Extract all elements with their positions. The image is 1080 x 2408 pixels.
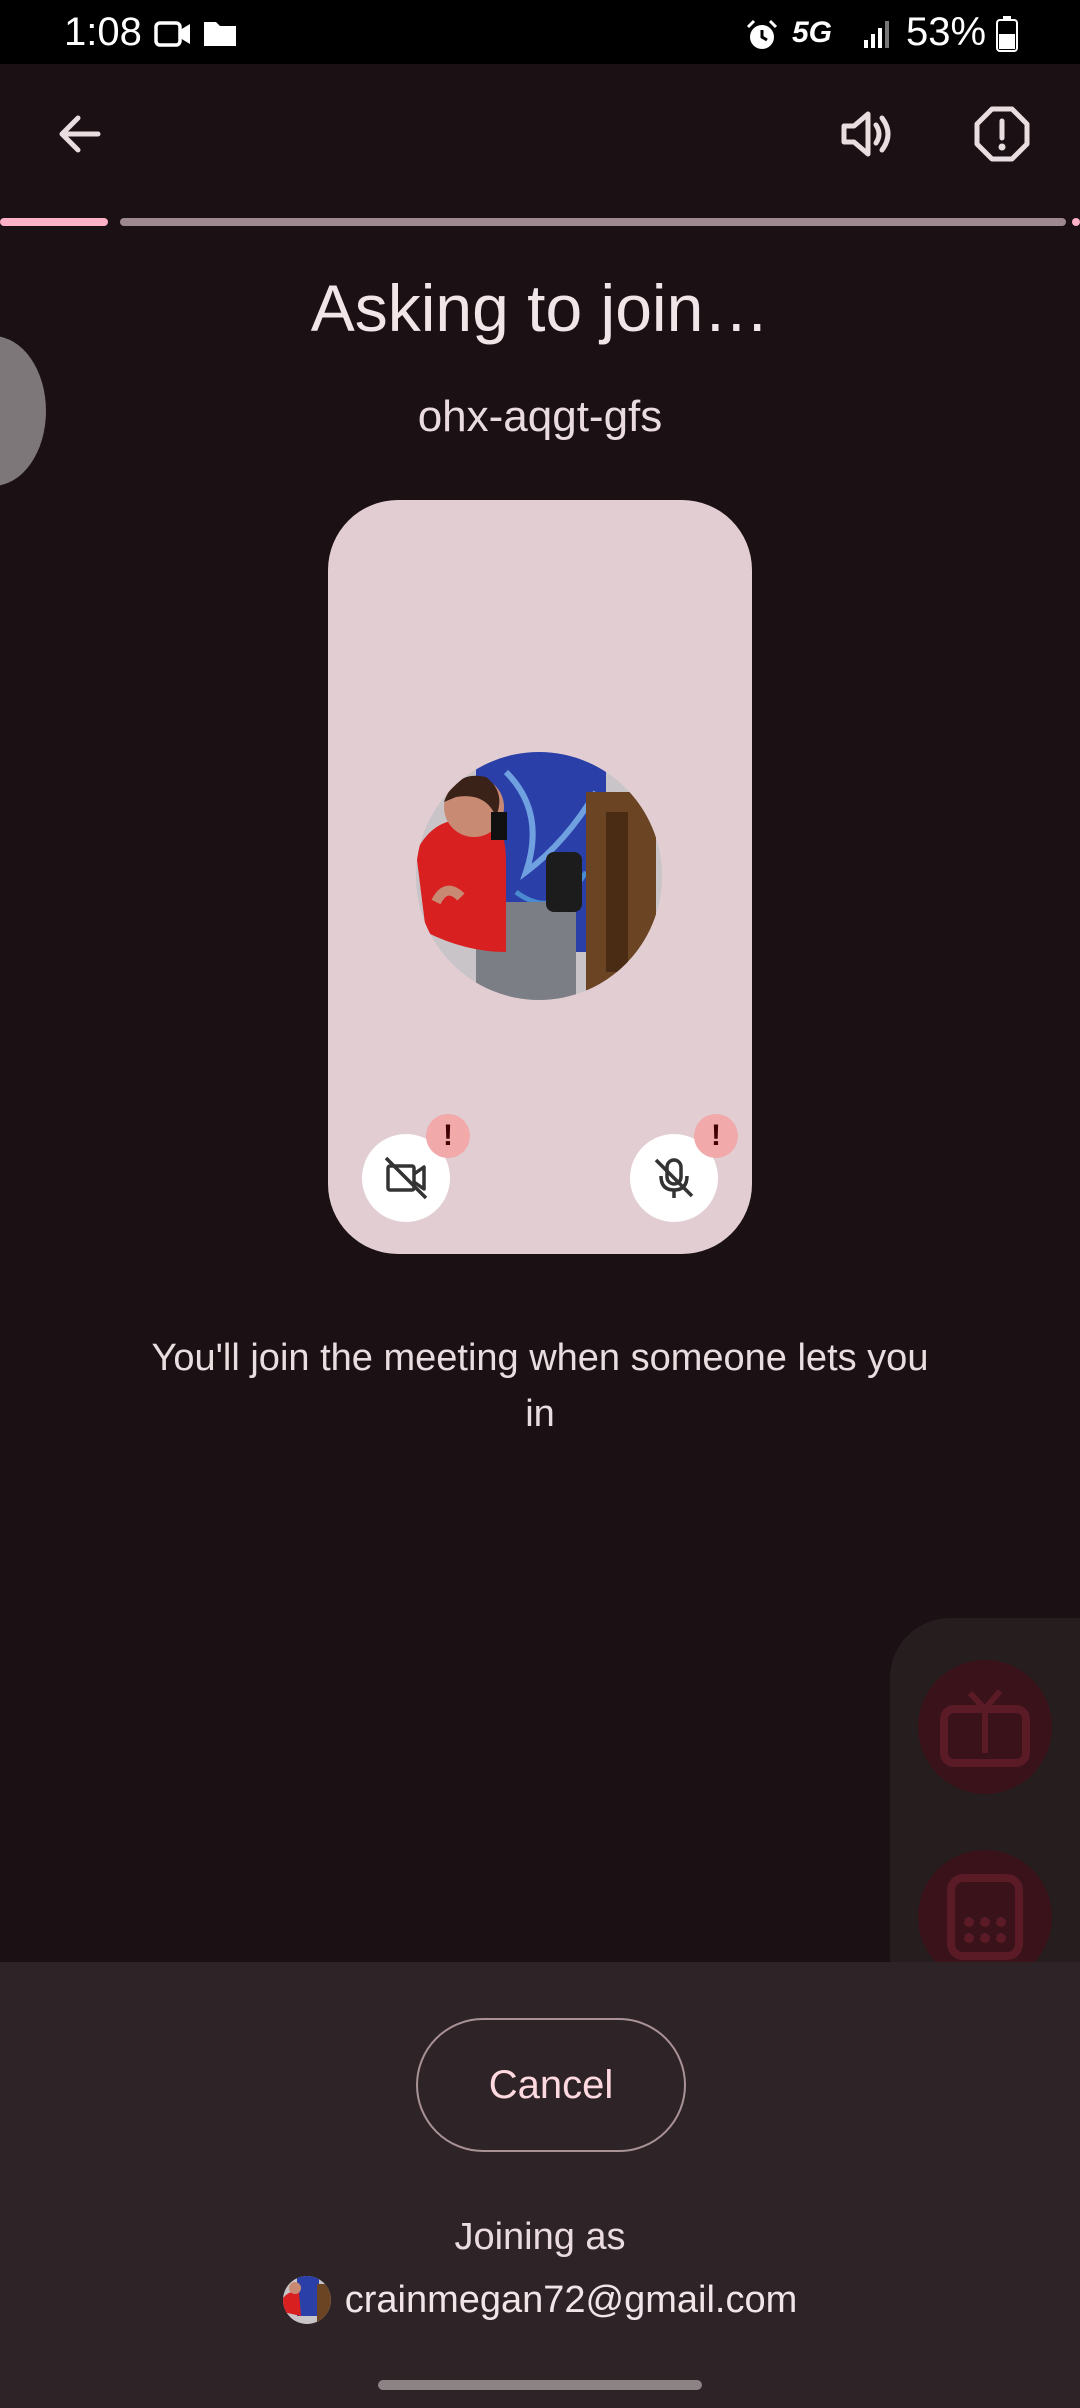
mic-off-icon bbox=[654, 1158, 694, 1198]
audio-output-button[interactable] bbox=[818, 86, 914, 182]
status-time: 1:08 bbox=[64, 10, 142, 54]
account-avatar bbox=[282, 2276, 331, 2324]
keypad-icon bbox=[947, 1874, 1023, 1960]
cancel-button[interactable]: Cancel bbox=[416, 2018, 686, 2152]
progress-track bbox=[120, 218, 1066, 226]
page-title: Asking to join… bbox=[310, 271, 770, 345]
camera-alert-badge: ! bbox=[426, 1114, 470, 1158]
battery-percent: 53% bbox=[906, 10, 987, 54]
home-indicator[interactable] bbox=[378, 2380, 702, 2390]
video-call-icon bbox=[154, 20, 192, 53]
joining-as-label: Joining as bbox=[454, 2216, 626, 2258]
mic-alert-badge: ! bbox=[694, 1114, 738, 1158]
progress-filled bbox=[0, 218, 108, 226]
account-email: crainmegan72@gmail.com bbox=[344, 2278, 798, 2321]
meeting-code: ohx-aqgt-gfs bbox=[417, 392, 663, 441]
tv-icon bbox=[940, 1689, 1030, 1767]
battery-icon bbox=[996, 16, 1018, 57]
progress-end-dot bbox=[1072, 218, 1080, 226]
report-icon bbox=[974, 106, 1030, 162]
arrow-left-icon bbox=[59, 115, 101, 153]
tv-shortcut-button[interactable] bbox=[918, 1660, 1052, 1794]
self-preview-tile: ! ! bbox=[328, 500, 752, 1254]
network-type: 5G bbox=[792, 16, 833, 49]
admission-notice: You'll join the meeting when someone let… bbox=[151, 1337, 929, 1435]
speaker-icon bbox=[841, 111, 891, 157]
alarm-icon bbox=[744, 18, 780, 59]
back-button[interactable] bbox=[32, 86, 128, 182]
folder-icon bbox=[202, 18, 238, 53]
camera-off-icon bbox=[384, 1156, 428, 1200]
screen: 1:08 5G 53% Asking to join… ohx-aqgt-gfs… bbox=[0, 0, 1080, 2408]
signal-icon bbox=[862, 18, 894, 55]
status-bar: 1:08 5G 53% bbox=[0, 0, 1080, 64]
user-avatar bbox=[416, 752, 662, 1000]
report-button[interactable] bbox=[954, 86, 1050, 182]
bottom-sheet: Cancel Joining as crainmegan72@gmail.com bbox=[0, 1962, 1080, 2408]
account-row: crainmegan72@gmail.com bbox=[0, 2276, 1080, 2324]
